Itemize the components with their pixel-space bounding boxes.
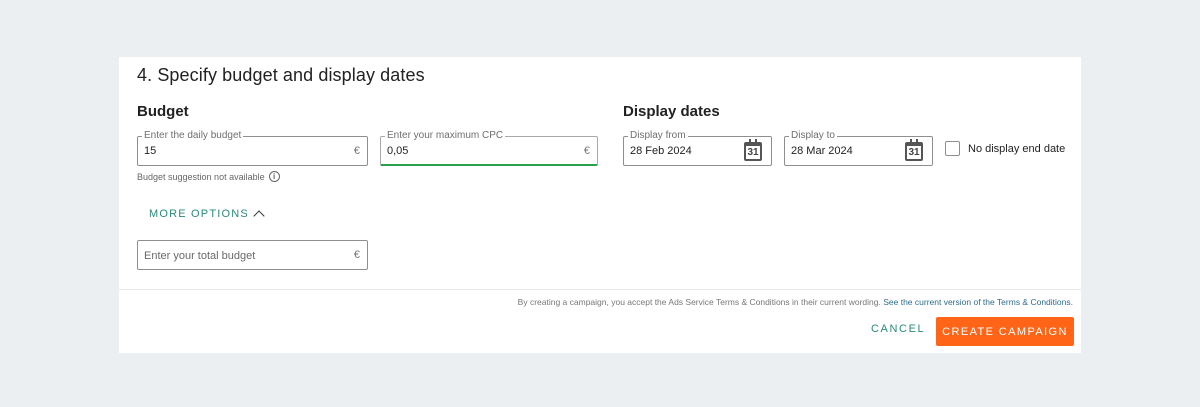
display-from-field[interactable]: Display from 28 Feb 2024 31 [623,130,772,166]
terms-notice: By creating a campaign, you accept the A… [518,297,1073,307]
calendar-icon[interactable]: 31 [905,139,923,161]
calendar-icon[interactable]: 31 [744,139,762,161]
footer-divider [119,289,1081,290]
terms-text: By creating a campaign, you accept the A… [517,297,881,307]
no-end-date-checkbox[interactable] [945,141,960,156]
display-dates-heading: Display dates [623,103,720,120]
total-budget-field[interactable]: Enter your total budget € [137,240,368,270]
max-cpc-field[interactable]: Enter your maximum CPC 0,05 € [380,130,598,166]
budget-suggestion-hint: Budget suggestion not available i [137,171,280,182]
max-cpc-value: 0,05 [387,145,409,157]
display-to-value: 28 Mar 2024 [791,145,853,157]
max-cpc-currency: € [583,145,590,157]
calendar-day: 31 [747,147,759,158]
info-icon[interactable]: i [268,171,280,182]
campaign-budget-card: 4. Specify budget and display dates Budg… [119,57,1081,353]
total-budget-currency: € [353,249,360,261]
daily-budget-value: 15 [144,145,157,157]
no-end-date-option[interactable]: No display end date [945,141,1065,156]
budget-suggestion-text: Budget suggestion not available [137,171,265,182]
create-campaign-button[interactable]: CREATE CAMPAIGN [936,317,1074,346]
chevron-up-icon [253,210,265,222]
terms-link[interactable]: See the current version of the Terms & C… [883,297,1073,307]
daily-budget-label: Enter the daily budget [142,130,244,142]
no-end-date-label: No display end date [968,142,1066,155]
cancel-button[interactable]: CANCEL [871,323,925,335]
budget-heading: Budget [137,103,189,120]
display-to-field[interactable]: Display to 28 Mar 2024 31 [784,130,933,166]
daily-budget-field[interactable]: Enter the daily budget 15 € [137,130,368,166]
display-from-value: 28 Feb 2024 [630,145,692,157]
section-title: 4. Specify budget and display dates [137,65,425,85]
more-options-toggle[interactable]: MORE OPTIONS [149,208,265,222]
daily-budget-currency: € [353,145,360,157]
total-budget-placeholder: Enter your total budget [144,250,256,262]
display-to-label: Display to [789,130,837,142]
max-cpc-label: Enter your maximum CPC [385,130,506,142]
calendar-day: 31 [908,147,920,158]
more-options-label: MORE OPTIONS [149,208,249,220]
display-from-label: Display from [628,130,688,142]
